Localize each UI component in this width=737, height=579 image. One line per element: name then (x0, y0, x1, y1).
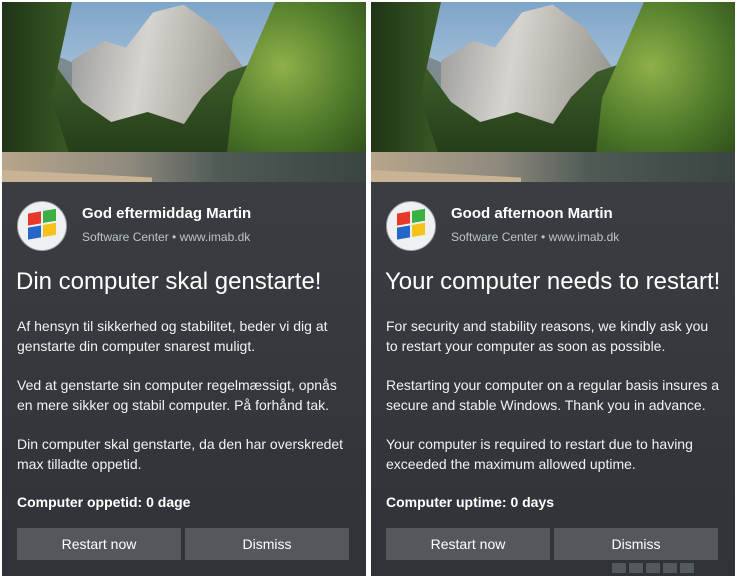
greeting-text: Good afternoon Martin (451, 205, 613, 222)
attribution-text: Software Center • www.imab.dk (82, 230, 251, 244)
body-paragraph: Af hensyn til sikkerhed og stabilitet, b… (17, 318, 328, 354)
dismiss-button[interactable]: Dismiss (554, 528, 718, 560)
dismiss-button[interactable]: Dismiss (185, 528, 349, 560)
body-paragraph: Restarting your computer on a regular ba… (386, 377, 720, 413)
body-paragraph: Ved at genstarte sin computer regelmæssi… (17, 377, 337, 413)
hero-image-mountain-landscape (371, 2, 735, 182)
uptime-text: Computer oppetid: 0 dage (17, 494, 191, 510)
attribution-text: Software Center • www.imab.dk (451, 230, 620, 244)
body-paragraph: Din computer skal genstarte, da den har … (17, 436, 344, 472)
toast-notification-danish: God eftermiddag Martin Software Center •… (2, 2, 366, 576)
restart-now-button[interactable]: Restart now (17, 528, 181, 560)
windows-flag-logo-icon (386, 201, 436, 251)
hero-tree-right-shape (226, 2, 366, 162)
hero-tree-right-shape (595, 2, 735, 162)
body-paragraph: Your computer is required to restart due… (386, 436, 693, 472)
greeting-text: God eftermiddag Martin (82, 205, 252, 222)
toast-notification-english: Good afternoon Martin Software Center • … (371, 2, 735, 576)
uptime-text: Computer uptime: 0 days (386, 494, 555, 510)
restart-now-button[interactable]: Restart now (386, 528, 550, 560)
windows-flag-logo-icon (17, 201, 67, 251)
hero-image-mountain-landscape (2, 2, 366, 182)
body-paragraph: For security and stability reasons, we k… (386, 318, 709, 354)
toast-title: Din computer skal genstarte! (16, 268, 322, 295)
toast-title: Your computer needs to restart! (385, 268, 721, 295)
watermark-image (612, 560, 722, 576)
